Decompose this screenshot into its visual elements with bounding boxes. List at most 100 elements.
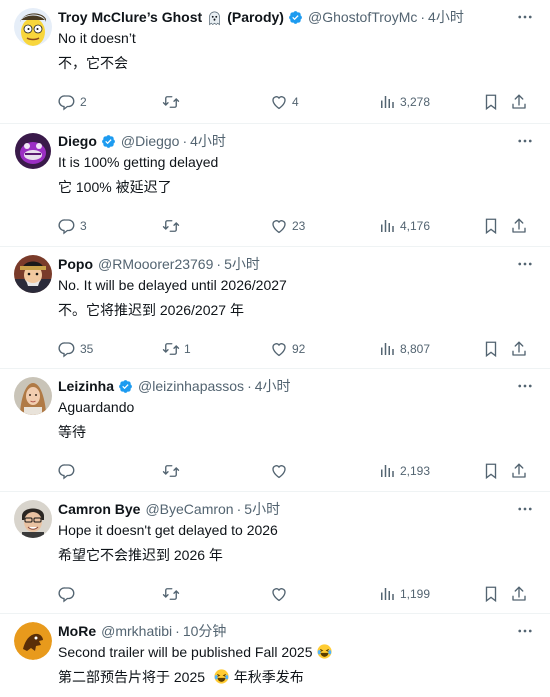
retweet-icon — [162, 462, 180, 480]
more-icon[interactable] — [516, 379, 534, 393]
author-handle[interactable]: @RMooorer23769 — [98, 255, 213, 273]
tweet-translation: 不，它不会 — [58, 55, 128, 71]
reply-button[interactable] — [58, 461, 80, 481]
tweet-translation-part1: 第二部预告片将于 2025 — [58, 669, 206, 685]
author-name[interactable]: Popo — [58, 255, 93, 273]
author-handle[interactable]: @GhostofTroyMc — [308, 8, 417, 26]
timestamp[interactable]: 5小时 — [244, 500, 280, 518]
reply-count: 35 — [80, 342, 94, 356]
bookmark-button[interactable] — [482, 584, 500, 604]
timestamp[interactable]: 4小时 — [428, 8, 464, 26]
avatar[interactable] — [14, 8, 52, 46]
tweet-translation: 等待 — [58, 424, 86, 440]
separator-dot: · — [236, 501, 242, 517]
author-handle[interactable]: @leizinhapassos — [138, 377, 244, 395]
author-name[interactable]: MoRe — [58, 622, 96, 640]
share-icon — [510, 93, 528, 111]
retweet-icon — [162, 340, 180, 358]
views-button[interactable]: 8,807 — [378, 339, 430, 359]
bookmark-button[interactable] — [482, 339, 500, 359]
like-icon — [270, 340, 288, 358]
action-bar: 2,193 — [58, 461, 534, 481]
avatar[interactable] — [14, 622, 52, 660]
laughing-emoji-icon — [316, 643, 333, 660]
reply-icon — [58, 217, 76, 235]
separator-dot: · — [216, 256, 222, 272]
tweet-text: It is 100% getting delayed — [58, 154, 219, 170]
parody-label[interactable]: (Parody) — [227, 8, 284, 26]
reply-button[interactable]: 3 — [58, 216, 87, 236]
reply-button[interactable] — [58, 584, 80, 604]
share-icon — [510, 585, 528, 603]
author-name[interactable]: Camron Bye — [58, 500, 140, 518]
bookmark-icon — [482, 585, 500, 603]
share-button[interactable] — [510, 339, 528, 359]
retweet-button[interactable] — [162, 216, 184, 236]
tweet-3[interactable]: Leizinha @leizinhapassos · 4小时 Aguardand… — [0, 369, 550, 492]
author-handle[interactable]: @Dieggo — [121, 132, 180, 150]
bookmark-button[interactable] — [482, 461, 500, 481]
retweet-button[interactable] — [162, 584, 184, 604]
author-name[interactable]: Troy McClure’s Ghost — [58, 8, 202, 26]
reply-button[interactable]: 35 — [58, 339, 93, 359]
share-button[interactable] — [510, 584, 528, 604]
more-icon[interactable] — [516, 257, 534, 271]
reply-button[interactable]: 2 — [58, 92, 87, 112]
timestamp[interactable]: 5小时 — [224, 255, 260, 273]
like-button[interactable] — [270, 461, 292, 481]
retweet-icon — [162, 93, 180, 111]
bookmark-button[interactable] — [482, 216, 500, 236]
avatar[interactable] — [14, 255, 52, 293]
like-icon — [270, 217, 288, 235]
share-icon — [510, 462, 528, 480]
more-icon[interactable] — [516, 134, 534, 148]
avatar[interactable] — [14, 500, 52, 538]
action-bar: 3 23 4,176 — [58, 216, 534, 236]
bookmark-button[interactable] — [482, 92, 500, 112]
more-icon[interactable] — [516, 10, 534, 24]
tweet-text: No it doesn’t — [58, 30, 136, 46]
separator-dot: · — [182, 133, 188, 149]
retweet-button[interactable]: 1 — [162, 339, 191, 359]
retweet-button[interactable] — [162, 92, 184, 112]
separator-dot: · — [175, 623, 180, 639]
tweet-5[interactable]: MoRe @mrkhatibi · 10分钟 Second trailer wi… — [0, 614, 550, 697]
tweet-2[interactable]: Popo @RMooorer23769 · 5小时 No. It will be… — [0, 247, 550, 369]
timestamp[interactable]: 4小时 — [255, 377, 291, 395]
avatar[interactable] — [14, 377, 52, 415]
views-button[interactable]: 4,176 — [378, 216, 430, 236]
verified-badge-icon — [288, 10, 303, 25]
timestamp[interactable]: 4小时 — [190, 132, 226, 150]
reply-count: 2 — [80, 95, 87, 109]
share-button[interactable] — [510, 92, 528, 112]
views-button[interactable]: 3,278 — [378, 92, 430, 112]
bookmark-icon — [482, 93, 500, 111]
more-icon[interactable] — [516, 502, 534, 516]
like-button[interactable] — [270, 584, 292, 604]
retweet-icon — [162, 585, 180, 603]
author-handle[interactable]: @mrkhatibi — [101, 622, 172, 640]
share-button[interactable] — [510, 461, 528, 481]
author-name[interactable]: Diego — [58, 132, 97, 150]
tweet-1[interactable]: Diego @Dieggo · 4小时 It is 100% getting d… — [0, 124, 550, 247]
author-handle[interactable]: @ByeCamron — [145, 500, 233, 518]
like-button[interactable]: 23 — [270, 216, 305, 236]
share-button[interactable] — [510, 216, 528, 236]
like-button[interactable]: 4 — [270, 92, 299, 112]
tweet-0[interactable]: Troy McClure’s Ghost (Parody) @GhostofTr… — [0, 0, 550, 124]
author-name[interactable]: Leizinha — [58, 377, 114, 395]
views-button[interactable]: 1,199 — [378, 584, 430, 604]
action-bar: 1,199 — [58, 584, 534, 604]
views-count: 8,807 — [400, 342, 431, 356]
like-count: 4 — [292, 95, 299, 109]
retweet-button[interactable] — [162, 461, 184, 481]
more-icon[interactable] — [516, 624, 534, 638]
timestamp[interactable]: 10分钟 — [183, 622, 227, 640]
views-count: 3,278 — [400, 95, 431, 109]
reply-icon — [58, 340, 76, 358]
tweet-4[interactable]: Camron Bye @ByeCamron · 5小时 Hope it does… — [0, 492, 550, 614]
like-icon — [270, 93, 288, 111]
views-button[interactable]: 2,193 — [378, 461, 430, 481]
avatar[interactable] — [14, 132, 52, 170]
like-button[interactable]: 92 — [270, 339, 305, 359]
